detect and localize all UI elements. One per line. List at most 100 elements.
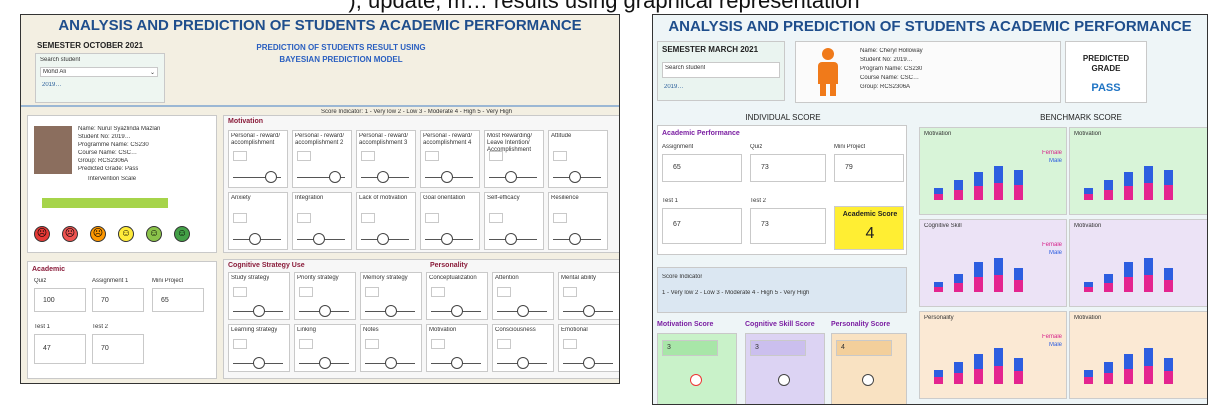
quiz-field-r[interactable]: 73 — [750, 154, 826, 182]
search-label: Search student — [40, 57, 81, 63]
right-profile-student-no: Student No: 2019… — [860, 57, 913, 63]
individual-score-header: INDIVIDUAL SCORE — [745, 113, 821, 122]
mini-project-field-r[interactable]: 79 — [834, 154, 904, 182]
slider-label: Lack of motivation — [359, 195, 408, 201]
slider-knob[interactable] — [313, 233, 325, 245]
slider-knob[interactable] — [583, 305, 595, 317]
slider-knob[interactable] — [517, 357, 529, 369]
bar-female — [1084, 377, 1093, 384]
assignment-field-r[interactable]: 65 — [662, 154, 742, 182]
slider-knob[interactable] — [329, 171, 341, 183]
slider-value-field[interactable] — [361, 151, 375, 161]
motivation-panel: Motivation Personal - reward/ accomplish… — [223, 115, 619, 253]
slider-knob[interactable] — [451, 357, 463, 369]
test1-field[interactable]: 47 — [34, 334, 86, 364]
test2-field[interactable]: 70 — [92, 334, 144, 364]
slider-knob[interactable] — [253, 357, 265, 369]
slider-knob[interactable] — [385, 305, 397, 317]
chart-title: Motivation — [924, 131, 952, 137]
motivation-score-field[interactable]: 3 — [662, 340, 718, 356]
slider-cell: Priority strategy — [294, 272, 356, 320]
right-list-item[interactable]: 2019… — [664, 84, 683, 90]
slider-value-field[interactable] — [425, 151, 439, 161]
quiz-field[interactable]: 100 — [34, 288, 86, 312]
test2-value: 70 — [101, 345, 109, 352]
slider-knob[interactable] — [451, 305, 463, 317]
slider-value-field[interactable] — [563, 339, 577, 349]
slider-value-field[interactable] — [365, 339, 379, 349]
slider-value-field[interactable] — [425, 213, 439, 223]
test1-label-r: Test 1 — [662, 198, 679, 204]
cognitive-slider-knob[interactable] — [778, 374, 790, 386]
slider-value-field[interactable] — [489, 151, 503, 161]
bar-female — [1124, 369, 1133, 384]
slider-value-field[interactable] — [233, 151, 247, 161]
motivation-slider-knob[interactable] — [690, 374, 702, 386]
chevron-down-icon[interactable]: ⌄ — [150, 69, 155, 76]
test1-value: 47 — [43, 345, 51, 352]
slider-knob[interactable] — [253, 305, 265, 317]
right-profile-card: Name: Cheryl Holloway Student No: 2019… … — [795, 41, 1061, 103]
search-input[interactable]: Mohd Ali ⌄ — [40, 67, 158, 77]
bar-female — [974, 186, 983, 200]
slider-knob[interactable] — [569, 233, 581, 245]
slider-label: Emotional — [561, 327, 588, 333]
slider-knob[interactable] — [377, 233, 389, 245]
profile-predicted: Predicted Grade: Pass — [78, 166, 139, 172]
slider-knob[interactable] — [583, 357, 595, 369]
slider-knob[interactable] — [505, 233, 517, 245]
slider-knob[interactable] — [569, 171, 581, 183]
personality-slider-knob[interactable] — [862, 374, 874, 386]
slider-knob[interactable] — [441, 171, 453, 183]
slider-knob[interactable] — [517, 305, 529, 317]
slider-value-field[interactable] — [431, 287, 445, 297]
slider-knob[interactable] — [249, 233, 261, 245]
slider-knob[interactable] — [441, 233, 453, 245]
subtitle-1: PREDICTION OF STUDENTS RESULT USING — [256, 43, 426, 52]
slider-value-field[interactable] — [299, 287, 313, 297]
slider-knob[interactable] — [265, 171, 277, 183]
slider-value-field[interactable] — [497, 287, 511, 297]
intervention-bar — [42, 198, 168, 208]
slider-cell: Study strategy — [228, 272, 290, 320]
slider-value-field[interactable] — [297, 213, 311, 223]
test1-field-r[interactable]: 67 — [662, 208, 742, 244]
person-icon — [814, 48, 842, 98]
slider-label: Self-efficacy — [487, 195, 520, 201]
slider-value-field[interactable] — [553, 151, 567, 161]
cognitive-score-field[interactable]: 3 — [750, 340, 806, 356]
slider-knob[interactable] — [385, 357, 397, 369]
test2-field-r[interactable]: 73 — [750, 208, 826, 244]
slider-value-field[interactable] — [365, 287, 379, 297]
slider-cell: Personal - reward/ accomplishment — [228, 130, 288, 188]
slider-knob[interactable] — [319, 305, 331, 317]
slider-value-field[interactable] — [233, 213, 247, 223]
chart-title: Motivation — [1074, 131, 1102, 137]
slider-value-field[interactable] — [233, 287, 247, 297]
slider-value-field[interactable] — [553, 213, 567, 223]
slider-value-field[interactable] — [299, 339, 313, 349]
subtitle-2: BAYESIAN PREDICTION MODEL — [279, 55, 403, 64]
slider-knob[interactable] — [319, 357, 331, 369]
list-item[interactable]: 2019… — [42, 82, 61, 88]
slider-knob[interactable] — [377, 171, 389, 183]
slider-knob[interactable] — [505, 171, 517, 183]
slider-value-field[interactable] — [563, 287, 577, 297]
slider-cell: Consciousness — [492, 324, 554, 372]
assignment-field[interactable]: 70 — [92, 288, 144, 312]
motivation-score-box: 3 — [657, 333, 737, 404]
slider-value-field[interactable] — [431, 339, 445, 349]
personality-score-field[interactable]: 4 — [836, 340, 892, 356]
slider-value-field[interactable] — [361, 213, 375, 223]
mini-project-label: Mini Project — [152, 278, 184, 284]
slider-value-field[interactable] — [489, 213, 503, 223]
mini-project-field[interactable]: 65 — [152, 288, 204, 312]
slider-value-field[interactable] — [497, 339, 511, 349]
predicted-grade-box: PREDICTED GRADE PASS — [1065, 41, 1147, 103]
slider-cell: Linking — [294, 324, 356, 372]
slider-label: Personal - reward/ accomplishment — [231, 133, 281, 146]
slider-value-field[interactable] — [233, 339, 247, 349]
right-search-input[interactable]: Search student — [662, 62, 780, 78]
neutral-face-icon: ☹ — [90, 226, 106, 242]
slider-value-field[interactable] — [297, 151, 311, 161]
